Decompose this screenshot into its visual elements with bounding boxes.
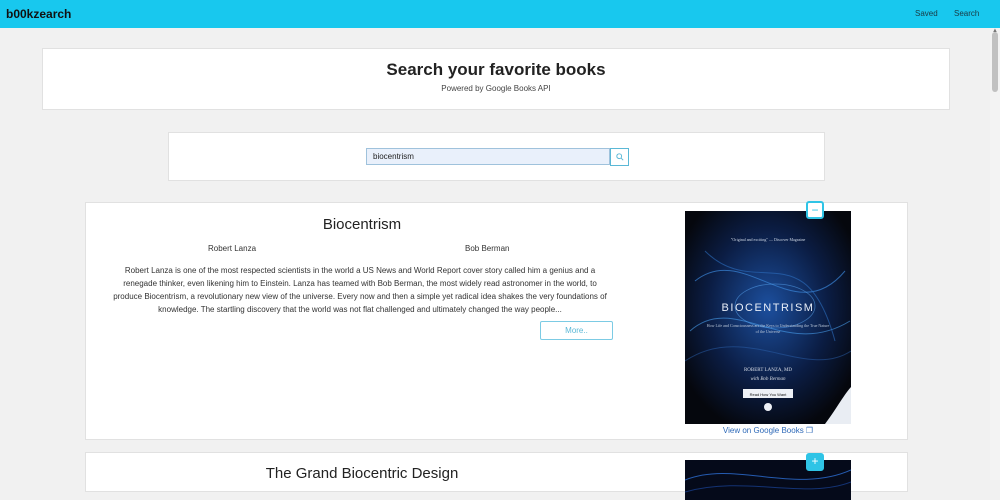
svg-text:with Bob Berman: with Bob Berman — [751, 377, 786, 382]
book-title: The Grand Biocentric Design — [265, 465, 459, 482]
book-author: Robert Lanza — [208, 244, 257, 253]
search-card: biocentrism — [168, 132, 825, 181]
book-card: The Grand Biocentric Design — [85, 452, 908, 500]
page-subtitle: Powered by Google Books API — [441, 84, 551, 93]
nav-link-search[interactable]: Search — [954, 9, 979, 18]
svg-text:"Original and exciting" — Disc: "Original and exciting" — Discover Magaz… — [731, 237, 806, 242]
top-navbar: b00kzearch Saved Search — [0, 0, 1000, 28]
collapse-button[interactable]: − — [806, 201, 824, 219]
nav-link-saved[interactable]: Saved — [915, 9, 938, 18]
search-button[interactable] — [610, 148, 629, 166]
expand-button[interactable]: + — [806, 453, 824, 471]
book-author: Bob Berman — [465, 244, 510, 253]
book-card: Biocentrism Robert Lanza Bob Berman Robe… — [85, 202, 908, 440]
more-button[interactable]: More.. — [540, 321, 613, 340]
svg-text:ROBERT LANZA, MD: ROBERT LANZA, MD — [744, 368, 792, 373]
brand-logo[interactable]: b00kzearch — [6, 7, 71, 21]
svg-text:BIOCENTRISM: BIOCENTRISM — [722, 302, 815, 314]
search-input[interactable]: biocentrism — [366, 148, 610, 165]
book-title: Biocentrism — [322, 216, 402, 233]
scroll-thumb[interactable] — [992, 32, 998, 92]
page-title: Search your favorite books — [386, 60, 606, 79]
book-cover-image: "Original and exciting" — Discover Magaz… — [685, 211, 851, 424]
header-jumbotron: Search your favorite books Powered by Go… — [42, 48, 950, 110]
search-icon — [615, 153, 624, 161]
book-cover-image — [685, 460, 851, 500]
page-scrollbar[interactable]: ▲ — [990, 28, 1000, 480]
book-description: Robert Lanza is one of the most respecte… — [113, 266, 607, 314]
svg-text:Read How You Want: Read How You Want — [750, 392, 788, 397]
view-on-google-books-link[interactable]: View on Google Books ❐ — [685, 426, 851, 435]
